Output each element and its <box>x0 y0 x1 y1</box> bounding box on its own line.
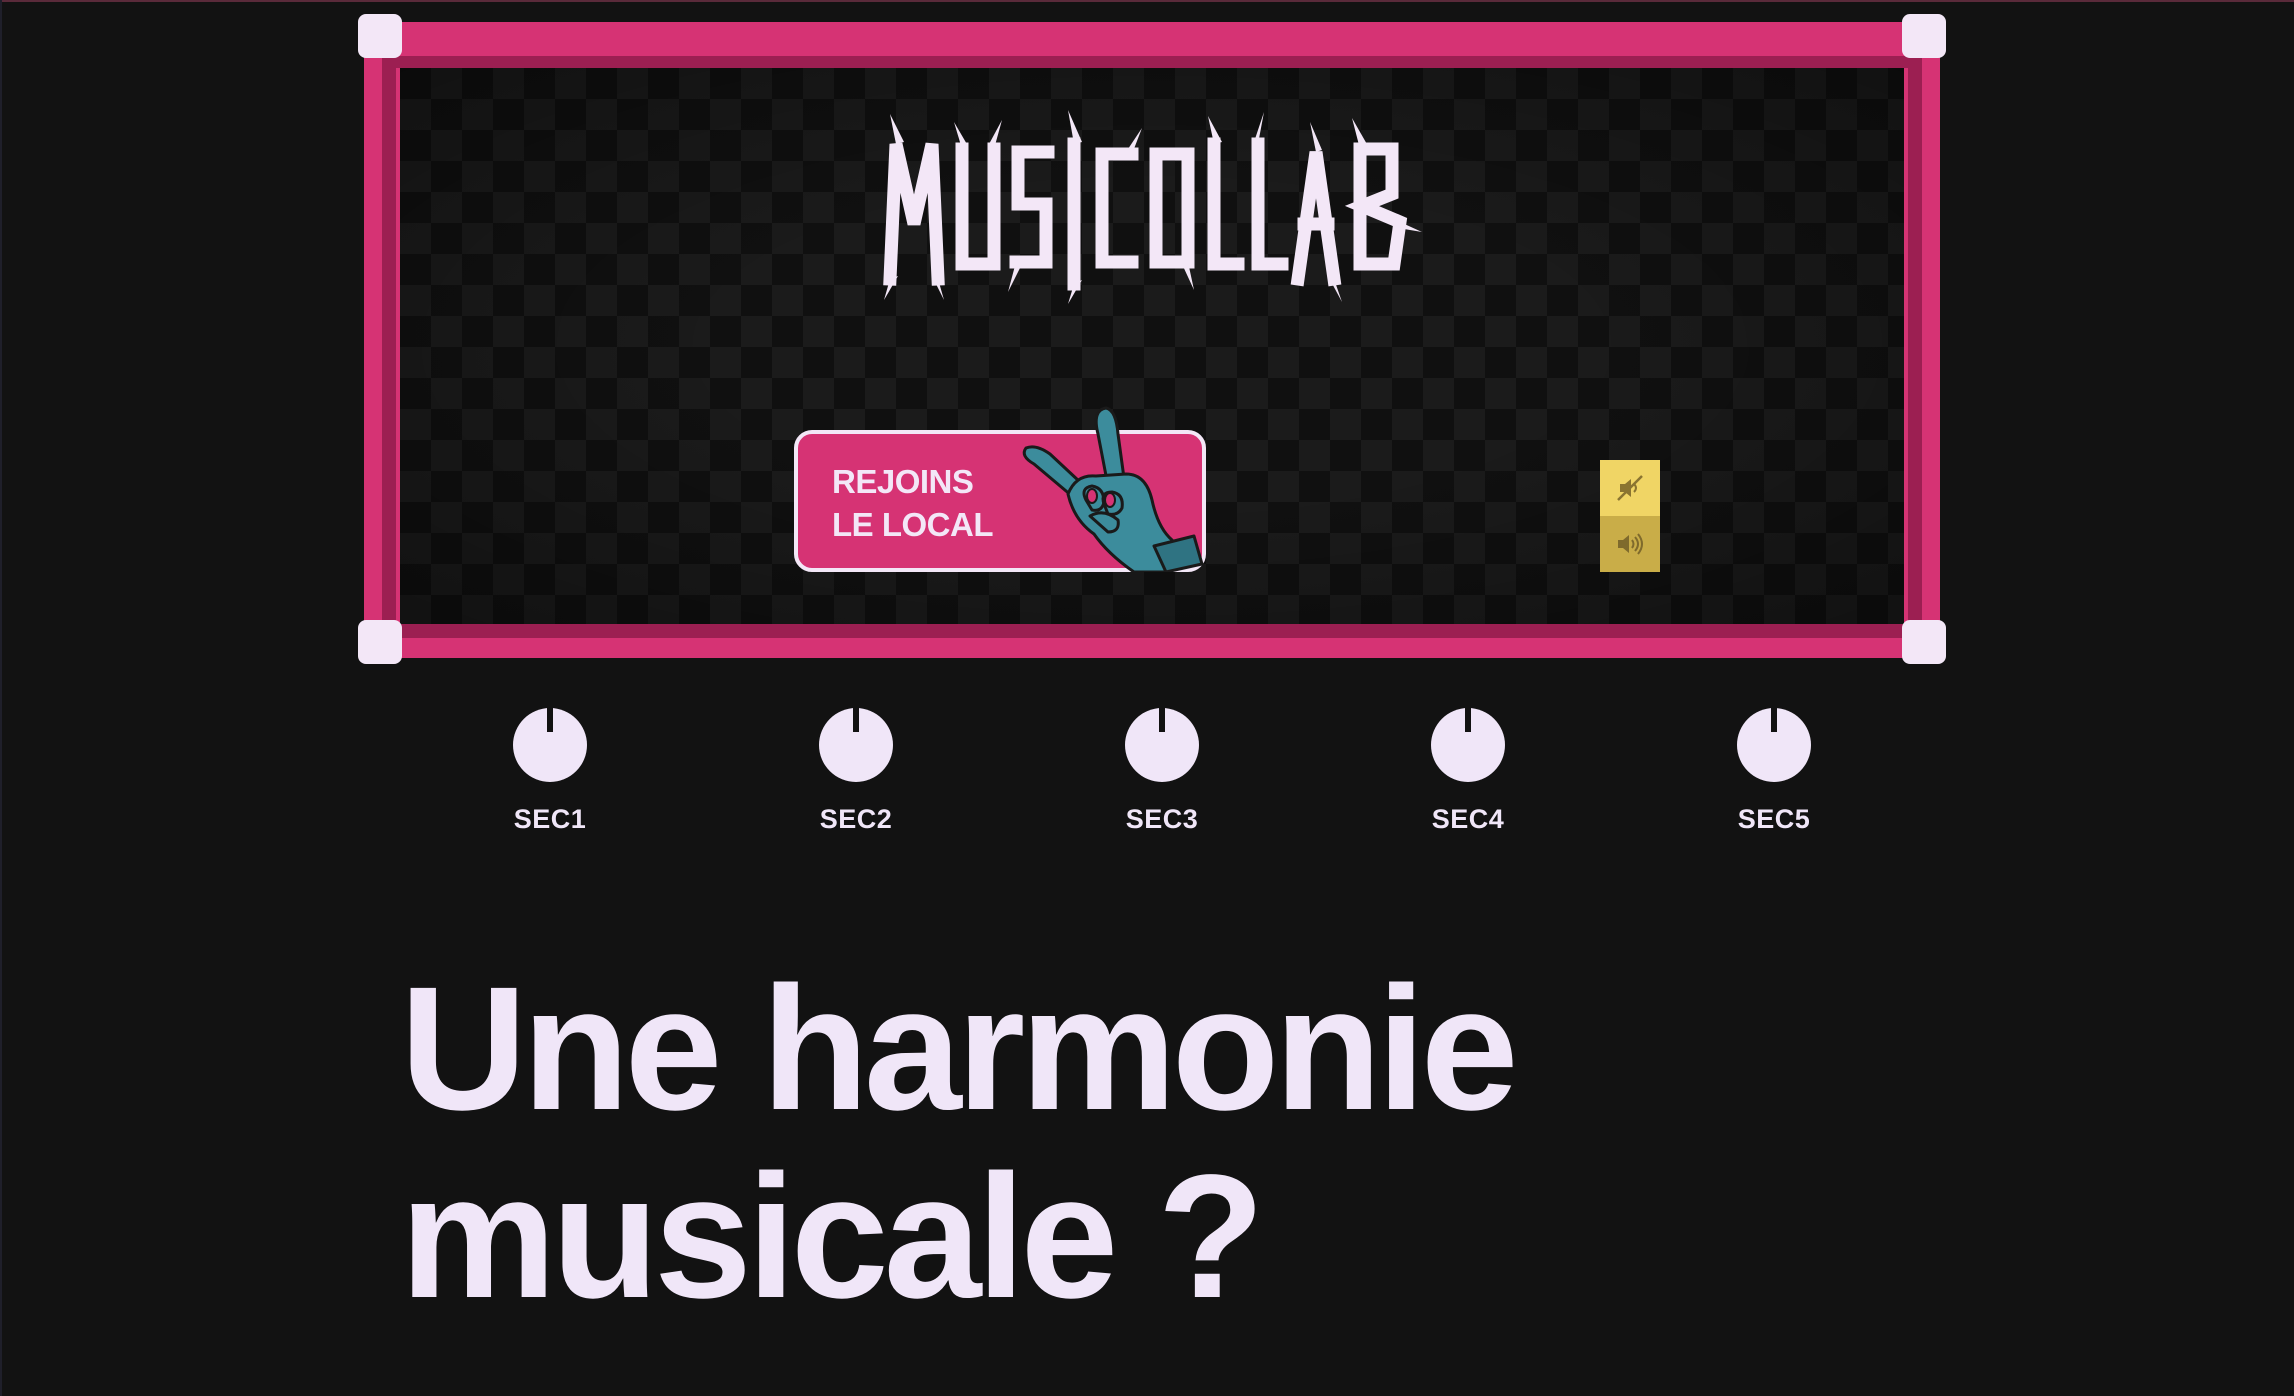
sound-on-button[interactable] <box>1600 516 1660 572</box>
knob-sec1[interactable]: SEC1 <box>480 708 620 835</box>
knob-dial[interactable] <box>1125 708 1199 782</box>
speaker-on-icon <box>1618 533 1643 555</box>
knob-dial[interactable] <box>1737 708 1811 782</box>
headline-line-2: musicale ? <box>400 1139 1265 1335</box>
mute-button[interactable] <box>1600 460 1660 516</box>
knob-dial[interactable] <box>1431 708 1505 782</box>
rock-hand-icon <box>1022 406 1204 572</box>
top-rule <box>0 0 2294 2</box>
corner-cap <box>358 620 402 664</box>
hero-headline: Une harmonie musicale ? <box>400 955 2000 1331</box>
join-local-button[interactable]: REJOINS LE LOCAL <box>794 406 1206 572</box>
corner-cap <box>1902 620 1946 664</box>
knob-sec3[interactable]: SEC3 <box>1092 708 1232 835</box>
knob-sec5[interactable]: SEC5 <box>1704 708 1844 835</box>
sound-toggle <box>1600 460 1660 572</box>
speaker-muted-icon <box>1617 475 1643 501</box>
knob-sec4[interactable]: SEC4 <box>1398 708 1538 835</box>
headline-line-1: Une harmonie <box>400 951 1519 1147</box>
corner-cap <box>358 14 402 58</box>
corner-cap <box>1902 14 1946 58</box>
left-rule <box>0 0 2 1396</box>
knob-sec2[interactable]: SEC2 <box>786 708 926 835</box>
amp-frame: REJOINS LE LOCAL <box>358 14 1946 664</box>
section-knobs: SEC1 SEC2 SEC3 SEC4 SEC5 <box>480 708 1811 838</box>
knob-dial[interactable] <box>819 708 893 782</box>
musicollab-logo <box>870 104 1430 304</box>
join-button-label: REJOINS LE LOCAL <box>832 463 993 543</box>
knob-label: SEC4 <box>1431 804 1505 834</box>
knob-label: SEC5 <box>1737 804 1811 834</box>
knob-label: SEC2 <box>819 804 893 834</box>
knob-dial[interactable] <box>513 708 587 782</box>
knob-label: SEC3 <box>1125 804 1199 834</box>
knob-label: SEC1 <box>513 804 587 834</box>
